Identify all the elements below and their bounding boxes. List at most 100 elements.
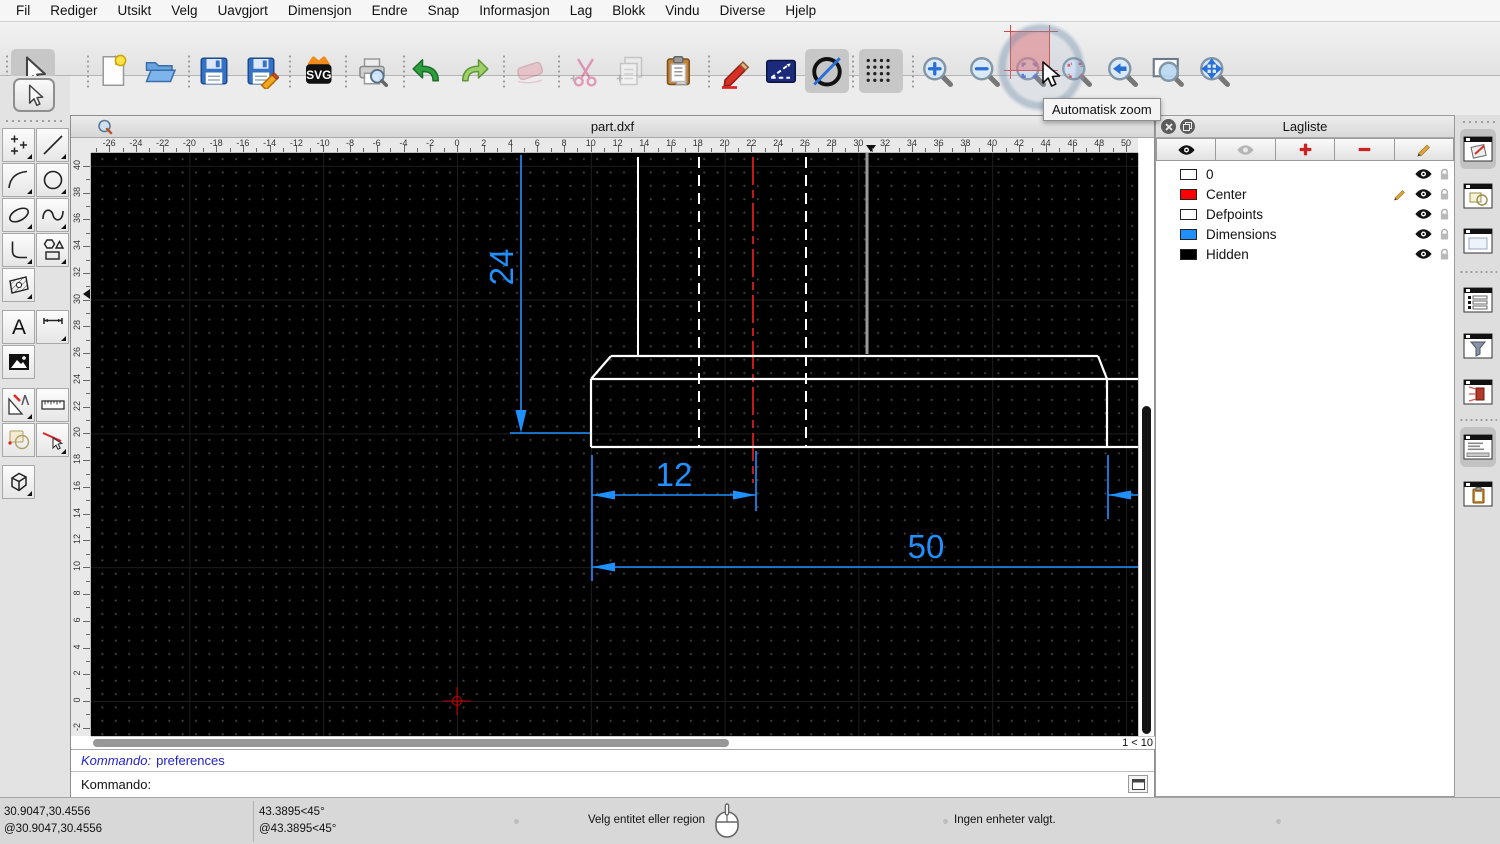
horizontal-scrollbar[interactable] (91, 736, 1116, 749)
menu-item-velg[interactable]: Velg (161, 3, 207, 18)
clipboard-panel-toggle[interactable] (1460, 474, 1496, 514)
shapes-tool[interactable] (36, 233, 69, 267)
measure-tool[interactable] (36, 388, 69, 422)
menu-item-blokk[interactable]: Blokk (602, 3, 655, 18)
undo-button[interactable] (405, 49, 449, 93)
drawing-canvas[interactable]: 24 12 50 (91, 153, 1138, 736)
paste-button[interactable] (656, 49, 700, 93)
eye-icon[interactable] (1414, 228, 1433, 240)
layer-list-toggle[interactable] (1460, 129, 1496, 169)
layer-name: Center (1206, 186, 1247, 202)
library-browser-toggle[interactable] (1460, 221, 1496, 261)
lock-icon[interactable] (1439, 208, 1450, 221)
layer-panel-float-button[interactable] (1180, 119, 1195, 134)
line-tool[interactable] (36, 128, 69, 162)
command-widget-toggle[interactable] (1460, 427, 1496, 467)
menu-item-fil[interactable]: Fil (6, 3, 40, 18)
lock-icon[interactable] (1439, 248, 1450, 261)
menu-item-snap[interactable]: Snap (418, 3, 470, 18)
menu-item-endre[interactable]: Endre (362, 3, 418, 18)
zoom-pan-button[interactable] (1192, 49, 1236, 93)
vertical-scrollbar-thumb[interactable] (1141, 406, 1151, 734)
view-toggle[interactable] (1460, 372, 1496, 412)
menu-item-informasjon[interactable]: Informasjon (469, 3, 560, 18)
distance-tool-button[interactable] (759, 49, 803, 93)
lock-icon[interactable] (1439, 168, 1450, 181)
image-tool[interactable] (2, 345, 35, 379)
grid-toggle-button[interactable] (859, 49, 903, 93)
save-as-button[interactable] (239, 49, 283, 93)
select-tool-button-2[interactable] (13, 78, 55, 112)
cut-button[interactable] (562, 49, 606, 93)
show-all-layers-button[interactable] (1156, 138, 1217, 161)
edit-layer-button[interactable] (1394, 138, 1455, 161)
ruler-label: -20 (182, 138, 196, 148)
lock-icon[interactable] (1439, 188, 1450, 201)
eye-icon[interactable] (1414, 208, 1433, 220)
spline-tool[interactable] (36, 198, 69, 232)
layer-row-dimensions[interactable]: Dimensions (1156, 224, 1454, 244)
ruler-label: -26 (102, 138, 116, 148)
eye-icon[interactable] (1414, 248, 1433, 260)
zoom-in-button[interactable] (915, 49, 959, 93)
ruler-tick (83, 406, 90, 408)
delete-tool[interactable] (36, 423, 69, 457)
eye-icon[interactable] (1414, 188, 1433, 200)
dimension-tool[interactable] (36, 310, 69, 344)
menu-item-diverse[interactable]: Diverse (710, 3, 776, 18)
circle-tool[interactable] (36, 163, 69, 197)
zoom-previous-button[interactable] (1100, 49, 1144, 93)
menu-item-vindu[interactable]: Vindu (655, 3, 709, 18)
redo-button[interactable] (452, 49, 496, 93)
draw-order-button[interactable] (712, 49, 756, 93)
erase-button[interactable] (508, 49, 552, 93)
eye-icon[interactable] (1414, 168, 1433, 180)
clipboard-icon (666, 56, 690, 86)
drawing-window-titlebar[interactable]: part.dxf (71, 116, 1154, 138)
copy-button[interactable] (609, 49, 653, 93)
layer-row-center[interactable]: Center (1156, 184, 1454, 204)
vertical-scrollbar[interactable] (1138, 153, 1153, 736)
box3d-tool[interactable] (2, 465, 35, 499)
menu-item-rediger[interactable]: Rediger (40, 3, 107, 18)
text-tool[interactable]: A (2, 310, 35, 344)
block-list-toggle[interactable] (1460, 176, 1496, 216)
layer-row-0[interactable]: 0 (1156, 164, 1454, 184)
menu-item-hjelp[interactable]: Hjelp (775, 3, 826, 18)
layer-row-hidden[interactable]: Hidden (1156, 244, 1454, 264)
horizontal-scrollbar-thumb[interactable] (93, 739, 729, 747)
command-input-line[interactable]: Kommando: (71, 771, 1154, 797)
polyline-tool[interactable] (2, 233, 35, 267)
svg-export-button[interactable]: SVG (296, 49, 340, 93)
remove-layer-button[interactable] (1335, 138, 1395, 161)
palette-handle[interactable] (4, 119, 66, 123)
trim-tool[interactable] (2, 423, 35, 457)
lock-icon[interactable] (1439, 228, 1450, 241)
new-document-button[interactable] (91, 49, 135, 93)
ellipse-tool[interactable] (2, 198, 35, 232)
dock-strip-handle[interactable] (1461, 120, 1495, 124)
layer-panel-header: Lagliste (1156, 116, 1454, 138)
save-button[interactable] (192, 49, 236, 93)
menu-item-utsikt[interactable]: Utsikt (108, 3, 162, 18)
menu-item-dimensjon[interactable]: Dimensjon (278, 3, 362, 18)
arc-tool[interactable] (2, 163, 35, 197)
menu-item-uavgjort[interactable]: Uavgjort (208, 3, 278, 18)
menu-item-lag[interactable]: Lag (560, 3, 603, 18)
isometric-circle-button[interactable] (805, 49, 849, 93)
command-window-button[interactable] (1128, 775, 1148, 793)
zoom-window-button[interactable] (1146, 49, 1190, 93)
open-file-button[interactable] (138, 49, 182, 93)
hide-all-layers-button[interactable] (1216, 138, 1276, 161)
list-view-toggle[interactable] (1460, 280, 1496, 320)
points-tool[interactable] (2, 128, 35, 162)
layer-row-defpoints[interactable]: Defpoints (1156, 204, 1454, 224)
print-preview-button[interactable] (350, 49, 394, 93)
filter-toggle[interactable] (1460, 326, 1496, 366)
ruler-tick (86, 446, 90, 448)
ruler-tick (83, 567, 90, 569)
draft-tools[interactable] (2, 388, 35, 422)
add-layer-button[interactable] (1275, 138, 1336, 161)
hatch-tool[interactable] (2, 268, 35, 302)
layer-panel-close-button[interactable] (1161, 119, 1176, 134)
